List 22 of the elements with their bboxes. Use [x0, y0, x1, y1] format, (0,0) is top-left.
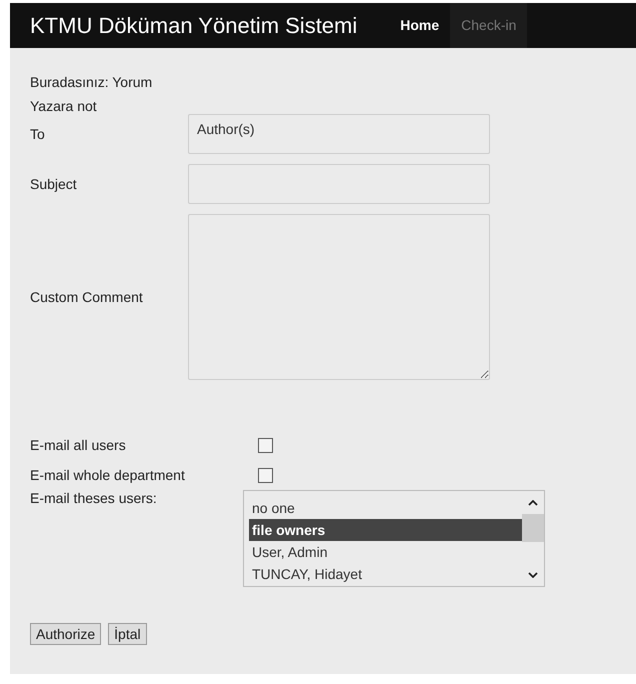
field-label: Custom Comment	[30, 289, 144, 305]
breadcrumb: Buradasınız: Yorum	[30, 74, 154, 92]
list-item[interactable]: file owners	[249, 519, 522, 541]
form-heading: Yazara not	[30, 98, 98, 114]
option-label: E-mail all users	[30, 437, 127, 453]
list-item[interactable]: TUNCAY, Hidayet	[249, 563, 522, 585]
field-label: To	[30, 126, 46, 142]
form-button[interactable]: İptal	[108, 623, 147, 645]
option-label: E-mail theses users:	[30, 490, 158, 506]
option-label: E-mail whole department	[30, 467, 186, 483]
nav-link[interactable]: Check-in	[450, 3, 528, 48]
list-item[interactable]: User, Admin	[249, 541, 522, 563]
field-label: Subject	[30, 176, 78, 192]
list-item[interactable]: no one	[249, 497, 522, 519]
checkbox[interactable]	[258, 438, 273, 452]
checkbox[interactable]	[258, 468, 273, 482]
site-title: KTMU Döküman Yönetim Sistemi	[30, 12, 358, 38]
user-list[interactable]: no one file owners User, Admin TUNCAY, Hidayet	[243, 490, 545, 587]
comment-field[interactable]	[188, 214, 490, 380]
form-button[interactable]: Authorize	[30, 623, 102, 645]
text-field[interactable]: Author(s)	[188, 114, 490, 154]
text-field[interactable]	[188, 164, 490, 204]
